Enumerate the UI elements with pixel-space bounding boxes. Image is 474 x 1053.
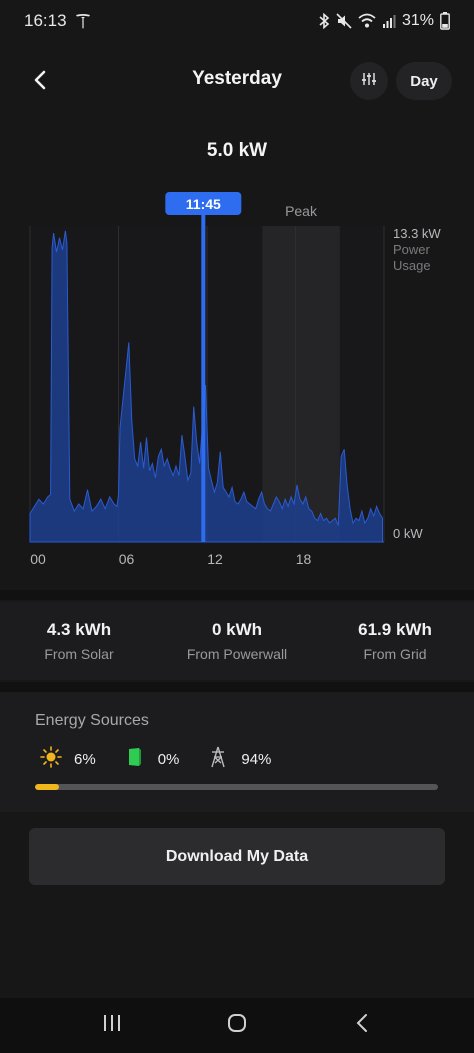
- filter-button[interactable]: [350, 62, 388, 100]
- mute-icon: [336, 13, 352, 29]
- selected-time-label: 11:45: [186, 196, 221, 212]
- stat-value: 4.3 kWh: [46, 620, 112, 639]
- solar-progress-fill: [35, 784, 60, 790]
- stat-value: 0 kWh: [211, 620, 263, 639]
- stat-label: From Powerwall: [186, 646, 288, 662]
- header: Yesterday Day: [0, 58, 474, 104]
- x-tick-label: 00: [30, 551, 46, 567]
- divider: [0, 682, 474, 692]
- y-min-label: 0 kW: [393, 526, 423, 541]
- source-pct: 6%: [74, 751, 96, 768]
- stat-label: From Grid: [363, 646, 427, 662]
- energy-stats: 4.3 kWh From Solar 0 kWh From Powerwall …: [0, 602, 474, 680]
- stat-solar: 4.3 kWh From Solar: [0, 602, 158, 680]
- energy-sources: Energy Sources 6% 0% 94%: [0, 692, 474, 812]
- energy-sources-title: Energy Sources: [35, 712, 149, 729]
- source-solar: 6%: [40, 746, 96, 773]
- power-reading: 5.0 kW: [206, 140, 268, 161]
- recent-apps-button[interactable]: [92, 1006, 132, 1046]
- energy-source-list: 6% 0% 94%: [40, 746, 299, 773]
- back-nav-button[interactable]: [342, 1006, 382, 1046]
- peak-band: [262, 226, 340, 542]
- wifi-icon: [358, 13, 376, 29]
- x-tick-labels: 00 06 12 18: [30, 551, 311, 567]
- y-axis-title-line1: Power: [393, 242, 431, 257]
- source-pct: 94%: [241, 751, 272, 768]
- stat-value: 61.9 kWh: [358, 620, 432, 639]
- source-powerwall: 0%: [124, 746, 180, 773]
- clock: 16:13: [24, 11, 67, 30]
- y-axis-title-line2: Usage: [393, 258, 431, 273]
- y-max-label: 13.3 kW: [393, 226, 441, 241]
- range-button[interactable]: Day: [396, 62, 452, 100]
- battery-text: 31%: [401, 12, 434, 29]
- system-nav-bar: [0, 998, 474, 1053]
- x-tick-label: 12: [207, 551, 223, 567]
- divider: [0, 590, 474, 600]
- stat-label: From Solar: [44, 646, 114, 662]
- home-icon: [227, 1013, 247, 1038]
- status-bar: 16:13 31%: [0, 0, 474, 42]
- stat-powerwall: 0 kWh From Powerwall: [158, 602, 316, 680]
- back-nav-icon: [355, 1013, 369, 1038]
- source-pct: 0%: [157, 751, 180, 768]
- peak-label: Peak: [285, 203, 318, 219]
- power-usage-chart[interactable]: Peak 11:45 13.3 kW Power Usage 0 kW 00 06…: [0, 188, 474, 578]
- selected-time-cursor[interactable]: [201, 214, 206, 542]
- x-tick-label: 18: [296, 551, 312, 567]
- signal-icon: [382, 13, 396, 29]
- stat-grid: 61.9 kWh From Grid: [316, 602, 474, 680]
- grid-tower-icon: [207, 746, 229, 773]
- bluetooth-icon: [318, 13, 330, 29]
- sun-icon: [40, 746, 62, 773]
- download-data-button[interactable]: Download My Data: [29, 828, 445, 885]
- battery-icon: [440, 12, 450, 30]
- source-grid: 94%: [207, 746, 271, 773]
- energy-source-progress: [35, 784, 438, 790]
- x-tick-label: 06: [119, 551, 135, 567]
- tesla-logo-icon: [75, 13, 91, 29]
- home-button[interactable]: [217, 1006, 257, 1046]
- recent-apps-icon: [102, 1014, 122, 1037]
- powerwall-icon: [124, 746, 146, 773]
- sliders-icon: [361, 71, 377, 92]
- chart-svg[interactable]: Peak 11:45 13.3 kW Power Usage 0 kW 00 06…: [0, 188, 474, 578]
